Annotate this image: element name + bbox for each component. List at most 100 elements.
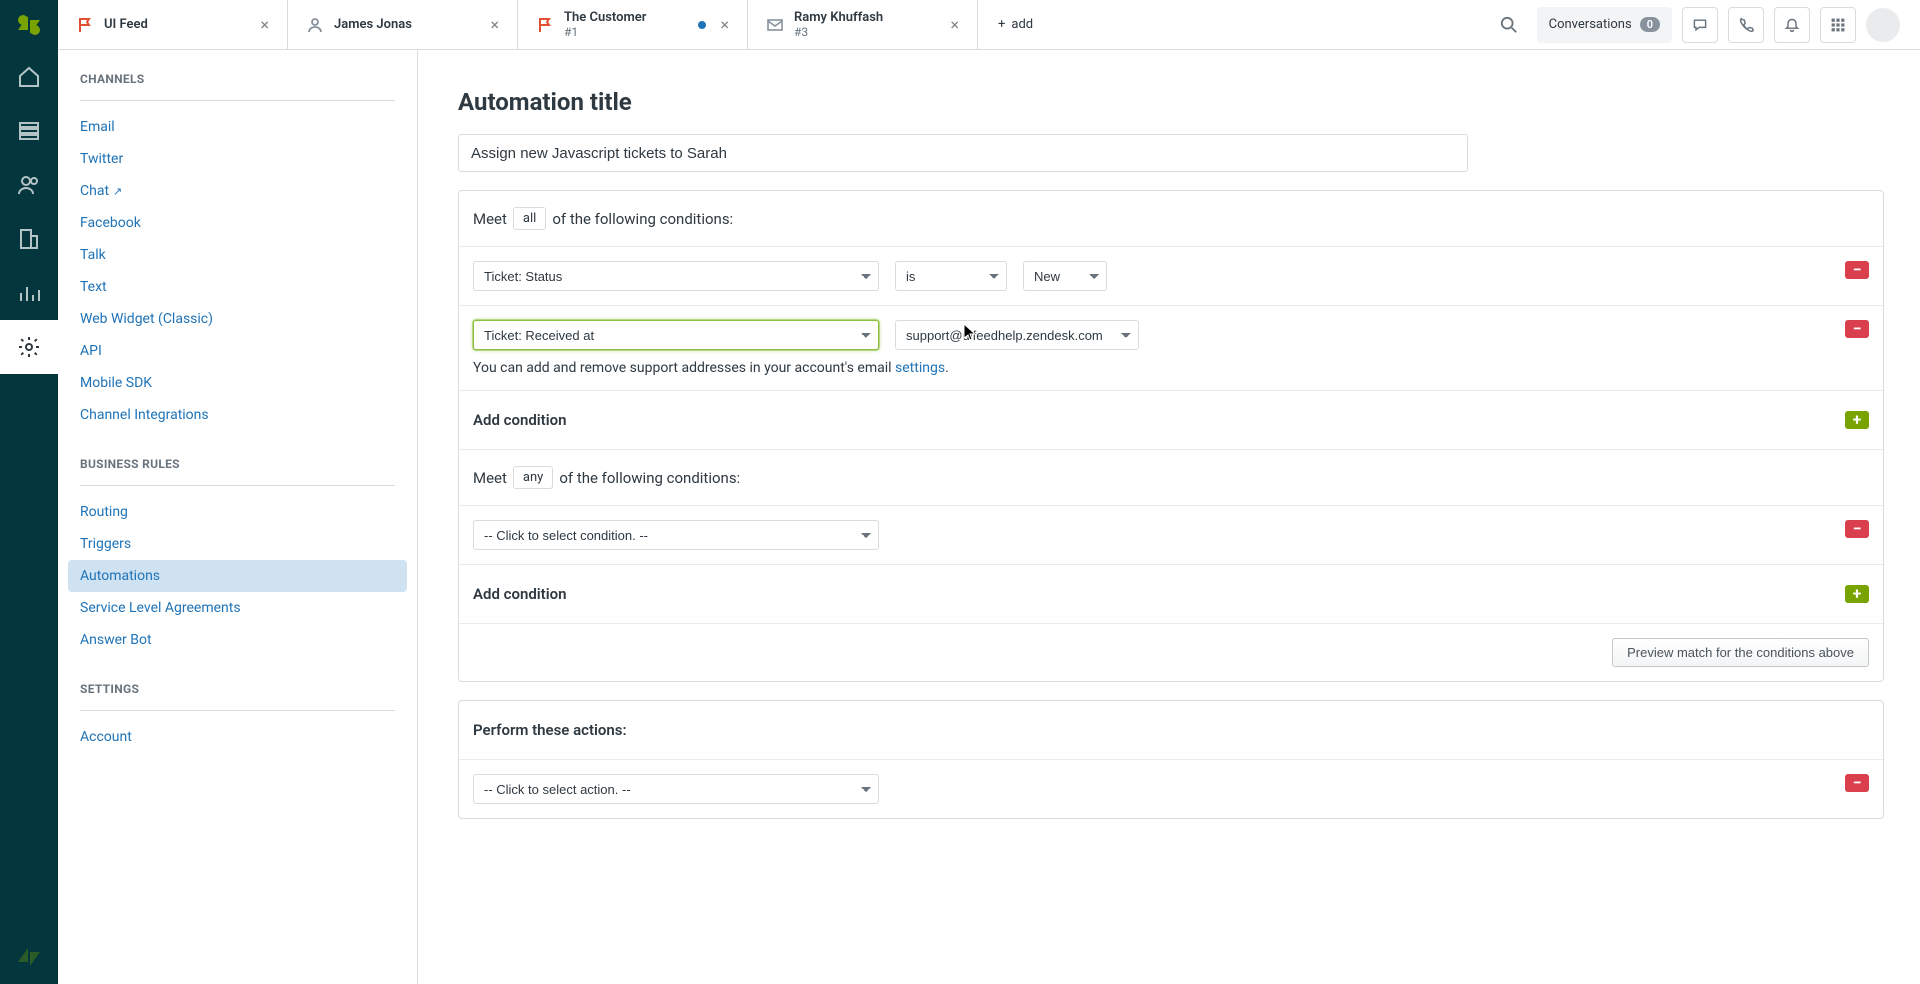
section-title-business: BUSINESS RULES bbox=[58, 457, 417, 485]
rail-org-icon[interactable] bbox=[0, 212, 58, 266]
sidebar-item-twitter[interactable]: Twitter bbox=[58, 143, 417, 175]
meet-label: Meet bbox=[473, 210, 507, 228]
tab-label: The Customer#1 bbox=[564, 10, 688, 40]
condition-field-select[interactable]: Ticket: Status bbox=[473, 261, 879, 291]
search-icon[interactable] bbox=[1491, 7, 1527, 43]
avatar[interactable] bbox=[1866, 8, 1900, 42]
condition-op-select[interactable]: is bbox=[895, 261, 1007, 291]
sidebar-item-triggers[interactable]: Triggers bbox=[58, 528, 417, 560]
flag-icon bbox=[536, 16, 554, 34]
close-icon[interactable]: × bbox=[486, 11, 503, 38]
condition-row: Ticket: Received at support@uifeedhelp.z… bbox=[459, 305, 1883, 390]
close-icon[interactable]: × bbox=[946, 11, 963, 38]
user-icon bbox=[306, 16, 324, 34]
section-title-settings: SETTINGS bbox=[58, 682, 417, 710]
perform-actions-label: Perform these actions: bbox=[459, 701, 1883, 759]
remove-condition-button[interactable]: − bbox=[1845, 320, 1869, 338]
condition-field-select[interactable]: Ticket: Received at bbox=[473, 320, 879, 350]
add-condition-label: Add condition bbox=[473, 585, 566, 603]
condition-empty-select[interactable]: -- Click to select condition. -- bbox=[473, 520, 879, 550]
mail-icon bbox=[766, 16, 784, 34]
apps-icon[interactable] bbox=[1820, 7, 1856, 43]
rail-views-icon[interactable] bbox=[0, 104, 58, 158]
add-tab-button[interactable]: + add bbox=[978, 0, 1053, 49]
phone-icon[interactable] bbox=[1728, 7, 1764, 43]
sidebar-item-mobilesdk[interactable]: Mobile SDK bbox=[58, 367, 417, 399]
of-following-label: of the following conditions: bbox=[559, 469, 740, 487]
sidebar-item-channelint[interactable]: Channel Integrations bbox=[58, 399, 417, 431]
external-link-icon: ↗ bbox=[113, 185, 122, 198]
admin-sidebar: CHANNELS Email Twitter Chat↗ Facebook Ta… bbox=[58, 50, 418, 984]
actions-panel: Perform these actions: -- Click to selec… bbox=[458, 700, 1884, 819]
remove-condition-button[interactable]: − bbox=[1845, 520, 1869, 538]
divider bbox=[80, 710, 395, 711]
sidebar-item-sla[interactable]: Service Level Agreements bbox=[58, 592, 417, 624]
any-chip[interactable]: any bbox=[513, 466, 553, 489]
conditions-any-header: Meet any of the following conditions: bbox=[459, 449, 1883, 505]
automation-title-input[interactable] bbox=[458, 134, 1468, 172]
settings-link[interactable]: settings bbox=[895, 360, 945, 376]
chat-icon[interactable] bbox=[1682, 7, 1718, 43]
zendesk-logo bbox=[0, 0, 58, 50]
left-rail bbox=[0, 0, 58, 984]
rail-customers-icon[interactable] bbox=[0, 158, 58, 212]
sidebar-item-email[interactable]: Email bbox=[58, 111, 417, 143]
tab-label: Ramy Khuffash#3 bbox=[794, 10, 936, 40]
divider bbox=[80, 100, 395, 101]
add-condition-label: Add condition bbox=[473, 411, 566, 429]
sidebar-item-api[interactable]: API bbox=[58, 335, 417, 367]
add-condition-row: Add condition + bbox=[459, 564, 1883, 623]
of-following-label: of the following conditions: bbox=[552, 210, 733, 228]
condition-help-text: You can add and remove support addresses… bbox=[473, 360, 1139, 376]
zendesk-bottom-logo bbox=[0, 930, 58, 984]
sidebar-item-account[interactable]: Account bbox=[58, 721, 417, 753]
close-icon[interactable]: × bbox=[716, 11, 733, 38]
tab-uifeed[interactable]: UI Feed × bbox=[58, 0, 288, 49]
add-condition-button[interactable]: + bbox=[1845, 585, 1869, 603]
sidebar-item-text[interactable]: Text bbox=[58, 271, 417, 303]
close-icon[interactable]: × bbox=[256, 11, 273, 38]
sidebar-item-facebook[interactable]: Facebook bbox=[58, 207, 417, 239]
sidebar-item-automations[interactable]: Automations bbox=[68, 560, 407, 592]
conversations-button[interactable]: Conversations 0 bbox=[1537, 7, 1672, 43]
conditions-all-panel: Meet all of the following conditions: Ti… bbox=[458, 190, 1884, 682]
preview-button[interactable]: Preview match for the conditions above bbox=[1612, 638, 1869, 667]
top-actions: Conversations 0 bbox=[1491, 0, 1920, 49]
tab-customer[interactable]: The Customer#1 × bbox=[518, 0, 748, 49]
preview-row: Preview match for the conditions above bbox=[459, 623, 1883, 681]
rail-admin-icon[interactable] bbox=[0, 320, 58, 374]
conversations-count: 0 bbox=[1640, 17, 1660, 32]
remove-condition-button[interactable]: − bbox=[1845, 261, 1869, 279]
action-select[interactable]: -- Click to select action. -- bbox=[473, 774, 879, 804]
tab-label: James Jonas bbox=[334, 17, 476, 33]
add-condition-button[interactable]: + bbox=[1845, 411, 1869, 429]
sidebar-item-talk[interactable]: Talk bbox=[58, 239, 417, 271]
tab-ramy[interactable]: Ramy Khuffash#3 × bbox=[748, 0, 978, 49]
action-row: -- Click to select action. -- − bbox=[459, 759, 1883, 818]
divider bbox=[80, 485, 395, 486]
rail-reports-icon[interactable] bbox=[0, 266, 58, 320]
flag-icon bbox=[76, 16, 94, 34]
tab-label: UI Feed bbox=[104, 17, 246, 33]
rail-home-icon[interactable] bbox=[0, 50, 58, 104]
sidebar-item-answerbot[interactable]: Answer Bot bbox=[58, 624, 417, 656]
sidebar-item-webwidget[interactable]: Web Widget (Classic) bbox=[58, 303, 417, 335]
condition-row: -- Click to select condition. -- − bbox=[459, 505, 1883, 564]
sidebar-item-chat[interactable]: Chat↗ bbox=[58, 175, 417, 207]
plus-icon: + bbox=[998, 17, 1005, 32]
unread-dot-icon bbox=[698, 21, 706, 29]
condition-email-select[interactable]: support@uifeedhelp.zendesk.com bbox=[895, 320, 1139, 350]
sidebar-item-routing[interactable]: Routing bbox=[58, 496, 417, 528]
condition-value-select[interactable]: New bbox=[1023, 261, 1107, 291]
add-condition-row: Add condition + bbox=[459, 390, 1883, 449]
remove-action-button[interactable]: − bbox=[1845, 774, 1869, 792]
conversations-label: Conversations bbox=[1549, 17, 1632, 32]
tabstrip: UI Feed × James Jonas × The Customer#1 ×… bbox=[58, 0, 1920, 50]
condition-row: Ticket: Status is New − bbox=[459, 246, 1883, 305]
all-chip[interactable]: all bbox=[513, 207, 546, 230]
main-content: Automation title Meet all of the followi… bbox=[418, 50, 1920, 984]
tab-james[interactable]: James Jonas × bbox=[288, 0, 518, 49]
section-title-channels: CHANNELS bbox=[58, 72, 417, 100]
bell-icon[interactable] bbox=[1774, 7, 1810, 43]
add-tab-label: add bbox=[1011, 17, 1033, 32]
